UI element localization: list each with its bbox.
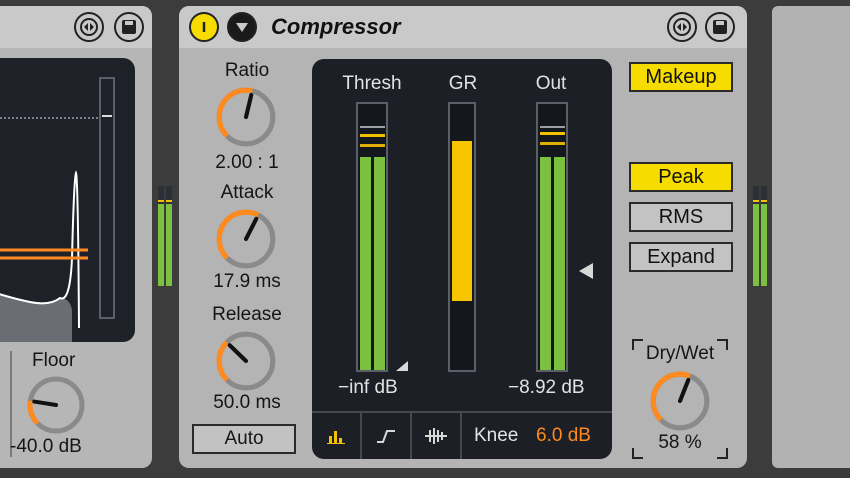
release-value: 50.0 ms <box>213 392 281 413</box>
hot-swap-icon[interactable] <box>74 12 104 42</box>
live-device-chain: Floor -40.0 dB Compressor Ratio 2.00: 1… <box>0 0 850 478</box>
gain-reduction-meter <box>448 102 476 372</box>
auto-release-button[interactable]: Auto <box>192 424 296 454</box>
device-output-meter <box>158 186 172 286</box>
right-device <box>772 6 850 468</box>
out-label: Out <box>535 73 567 94</box>
compressor-titlebar: Compressor <box>179 6 747 48</box>
drywet-label: Dry/Wet <box>645 343 715 364</box>
attack-label: Attack <box>220 182 274 203</box>
threshold-peak-hold <box>360 134 385 137</box>
thresh-label: Thresh <box>342 73 402 94</box>
threshold-meter[interactable] <box>356 102 388 372</box>
attack-value: 17.9 ms <box>213 271 281 292</box>
threshold-marker <box>360 126 385 128</box>
peak-button[interactable]: Peak <box>629 162 733 192</box>
output-peak-hold <box>540 132 565 135</box>
left-device: Floor -40.0 dB <box>0 6 152 468</box>
knee-value[interactable]: 6.0 dB <box>536 425 591 447</box>
ratio-label: Ratio <box>224 60 270 81</box>
hot-swap-icon[interactable] <box>667 12 697 42</box>
output-gain-handle-icon[interactable] <box>577 261 595 281</box>
gain-reduction-bar <box>452 141 472 301</box>
floor-knob[interactable] <box>24 373 88 437</box>
attack-knob[interactable] <box>213 206 279 272</box>
output-meter-left-bar <box>540 157 551 370</box>
meter-footer: Knee 6.0 dB <box>312 411 612 459</box>
ratio-knob[interactable] <box>213 84 279 150</box>
output-meter[interactable] <box>536 102 568 372</box>
threshold-readout[interactable]: −inf dB <box>338 377 398 399</box>
device-output-meter-2 <box>753 186 767 286</box>
threshold-peak-hold-2 <box>360 144 385 147</box>
threshold-meter-right-bar <box>374 157 385 370</box>
save-icon[interactable] <box>114 12 144 42</box>
release-knob[interactable] <box>213 328 279 394</box>
threshold-handle-icon[interactable] <box>394 359 410 373</box>
gr-label: GR <box>448 73 478 94</box>
makeup-button[interactable]: Makeup <box>629 62 733 92</box>
threshold-meter-left-bar <box>360 157 371 370</box>
floor-value: -40.0 dB <box>10 436 82 457</box>
dropdown-icon[interactable] <box>227 12 257 42</box>
sidechain-mode-icon[interactable] <box>412 413 462 459</box>
spectrum-display[interactable] <box>0 58 135 342</box>
lin-mode-icon[interactable] <box>312 413 362 459</box>
device-title: Compressor <box>271 14 401 39</box>
output-readout[interactable]: −8.92 dB <box>508 377 585 399</box>
drywet-knob[interactable] <box>647 368 713 434</box>
expand-button[interactable]: Expand <box>629 242 733 272</box>
output-peak-hold-2 <box>540 142 565 145</box>
knee-label: Knee <box>474 425 519 446</box>
ratio-value: 2.00 : 1 <box>215 152 279 173</box>
meter-panel: Thresh GR Out −inf dB −8.92 dB Knee 6.0 … <box>312 59 612 459</box>
left-device-titlebar <box>0 6 152 48</box>
envelope-mode-icon[interactable] <box>362 413 412 459</box>
rms-button[interactable]: RMS <box>629 202 733 232</box>
output-marker <box>540 126 565 128</box>
compressor-device: Compressor Ratio 2.00 : 1 Attack 17.9 ms… <box>179 6 747 468</box>
release-label: Release <box>212 304 282 325</box>
save-icon[interactable] <box>705 12 735 42</box>
output-meter-right-bar <box>554 157 565 370</box>
floor-label: Floor <box>32 350 76 371</box>
drywet-value: 58 % <box>658 432 702 453</box>
power-icon[interactable] <box>189 12 219 42</box>
